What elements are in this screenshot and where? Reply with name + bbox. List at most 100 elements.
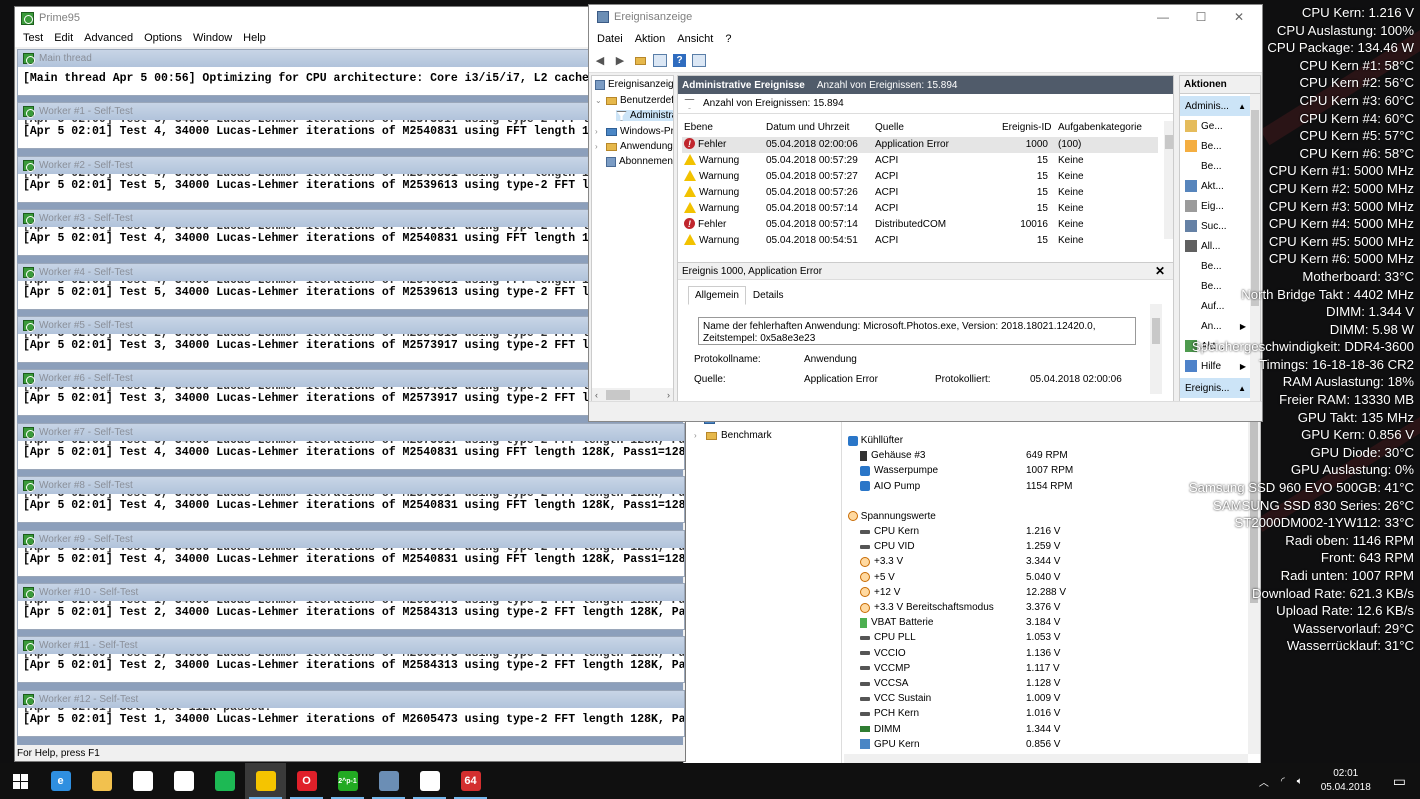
worker-window[interactable]: Worker #11 - Self-Test [Apr 5 02:00] Test… [17, 636, 685, 684]
eventviewer-main-pane[interactable]: Administrative Ereignisse Anzahl von Ere… [677, 75, 1174, 403]
menu-aktion[interactable]: Aktion [629, 33, 672, 45]
worker-window[interactable]: Worker #3 - Self-Test [Apr 5 02:00] Test … [17, 209, 685, 257]
worker-titlebar[interactable]: Worker #2 - Self-Test [18, 156, 684, 174]
worker-window[interactable]: Worker #2 - Self-Test [Apr 5 02:00] Test … [17, 155, 685, 203]
worker-titlebar[interactable]: Worker #8 - Self-Test [18, 477, 684, 495]
sensor-row[interactable]: PCH Kern 1.016 V [860, 706, 1260, 721]
tree-item-app-logs[interactable]: › Anwendungs- und Dienstprotokolle [595, 141, 673, 152]
worker-titlebar[interactable]: Worker #6 - Self-Test [18, 370, 684, 388]
show-hide-actions-icon[interactable] [692, 54, 706, 67]
table-row[interactable]: Warnung 05.04.2018 00:57:26 ACPI 15 Keine [682, 185, 1158, 201]
expand-chevron-icon[interactable]: › [694, 431, 702, 440]
volume-icon[interactable]: 🔈︎ [1291, 776, 1309, 787]
table-row[interactable]: Warnung 05.04.2018 00:57:29 ACPI 15 Keine [682, 153, 1158, 169]
event-description[interactable]: Name der fehlerhaften Anwendung: Microso… [698, 317, 1136, 345]
forward-arrow-icon[interactable]: ▶ [613, 54, 627, 68]
worker-window[interactable]: Main thread [Main thread Apr 5 00:56] Opt… [17, 49, 685, 96]
taskbar-app-button[interactable]: O [286, 763, 327, 799]
menu-datei[interactable]: Datei [591, 33, 629, 45]
taskbar-app-button[interactable]: 64 [450, 763, 491, 799]
worker-titlebar[interactable]: Worker #12 - Self-Test [18, 690, 684, 708]
taskbar-app-button[interactable] [81, 763, 122, 799]
column-header-quelle[interactable]: Quelle [875, 120, 904, 136]
tray-chevron-icon[interactable]: ︿ [1253, 774, 1275, 789]
worker-titlebar[interactable]: Worker #7 - Self-Test [18, 423, 684, 441]
worker-window[interactable]: Worker #8 - Self-Test [Apr 5 02:00] Test … [17, 476, 685, 524]
taskbar-app-button[interactable] [368, 763, 409, 799]
worker-titlebar[interactable]: Main thread [18, 50, 684, 67]
worker-window[interactable]: Worker #12 - Self-Test [Apr 5 02:01] Self… [17, 689, 685, 737]
column-header-ereignis-id[interactable]: Ereignis-ID [1002, 120, 1051, 136]
tree-item-root[interactable]: Ereignisanzeige (Lokal) [595, 79, 673, 90]
taskbar-app-button[interactable] [122, 763, 163, 799]
expand-chevron-icon[interactable]: › [595, 127, 603, 136]
notification-center-icon[interactable]: ▭ [1383, 773, 1420, 790]
menu-ansicht[interactable]: Ansicht [671, 33, 719, 45]
network-icon[interactable]: ◜ [1275, 776, 1291, 787]
folder-up-icon[interactable] [633, 54, 647, 68]
sensor-row[interactable]: DIMM 1.344 V [860, 722, 1260, 737]
worker-titlebar[interactable]: Worker #1 - Self-Test [18, 103, 684, 121]
eventviewer-tree[interactable]: Ereignisanzeige (Lokal) ⌄ Benutzerdefini… [591, 75, 674, 403]
taskbar-app-button[interactable]: e [40, 763, 81, 799]
worker-titlebar[interactable]: Worker #11 - Self-Test [18, 637, 684, 655]
worker-window[interactable]: Worker #5 - Self-Test [Apr 5 02:00] Test … [17, 316, 685, 363]
worker-titlebar[interactable]: Worker #9 - Self-Test [18, 530, 684, 548]
worker-window[interactable]: Worker #1 - Self-Test [Apr 5 02:00] Test … [17, 102, 685, 150]
sensor-row[interactable]: VCCSA 1.128 V [860, 676, 1260, 691]
worker-titlebar[interactable]: Worker #5 - Self-Test [18, 317, 684, 334]
sensor-row[interactable]: VCCMP 1.117 V [860, 661, 1260, 676]
taskbar-app-button[interactable] [163, 763, 204, 799]
worker-window[interactable]: Worker #10 - Self-Test [Apr 5 02:00] Test… [17, 583, 685, 630]
column-header-datum[interactable]: Datum und Uhrzeit [766, 120, 849, 136]
collapse-chevron-icon[interactable]: ⌄ [595, 96, 603, 105]
taskbar-app-button[interactable] [409, 763, 450, 799]
scrollbar-thumb[interactable] [606, 390, 630, 400]
worker-titlebar[interactable]: Worker #4 - Self-Test [18, 263, 684, 281]
tab-details[interactable]: Details [746, 286, 791, 305]
tree-item-windows-logs[interactable]: › Windows-Protokolle [595, 126, 673, 137]
back-arrow-icon[interactable]: ◀ [593, 54, 607, 68]
taskbar-app-button[interactable] [204, 763, 245, 799]
menu-advanced[interactable]: Advanced [80, 32, 140, 44]
table-row[interactable]: Warnung 05.04.2018 00:57:27 ACPI 15 Keine [682, 169, 1158, 185]
menu-window[interactable]: Window [189, 32, 239, 44]
hwinfo-tree[interactable]: Datenbank › Benchmark [684, 411, 842, 764]
worker-window[interactable]: Worker #4 - Self-Test [Apr 5 02:00] Test … [17, 262, 685, 310]
events-table[interactable]: Ebene Datum und Uhrzeit Quelle Ereignis-… [682, 120, 1162, 246]
tree-item-subscriptions[interactable]: Abonnements [606, 156, 673, 167]
table-row[interactable]: Warnung 05.04.2018 00:57:14 ACPI 15 Keine [682, 201, 1158, 217]
start-button[interactable] [0, 763, 40, 799]
horizontal-scrollbar[interactable]: ‹ › [592, 388, 673, 402]
scroll-left-icon[interactable]: ‹ [595, 390, 598, 400]
prime95-window[interactable]: Prime95 Test Edit Advanced Options Windo… [14, 6, 686, 762]
taskbar-app-button[interactable]: 2^p-1 [327, 763, 368, 799]
tree-item-custom-views[interactable]: ⌄ Benutzerdefinierte Ansichten [595, 95, 673, 106]
worker-window[interactable]: Worker #7 - Self-Test [Apr 5 02:00] Test … [17, 422, 685, 470]
table-row[interactable]: Fehler 05.04.2018 02:00:06 Application Err… [682, 136, 1158, 153]
table-row[interactable]: Warnung 05.04.2018 00:54:51 ACPI 15 Keine [682, 233, 1158, 249]
sensor-row[interactable]: VCC Sustain 1.009 V [860, 691, 1260, 706]
menu-test[interactable]: Test [19, 32, 50, 44]
tree-item-admin-events[interactable]: Administrative Ereignisse [616, 110, 673, 121]
tab-allgemein[interactable]: Allgemein [688, 286, 746, 305]
clock[interactable]: 02:01 05.04.2018 [1309, 767, 1383, 795]
menu-help[interactable]: Help [239, 32, 273, 44]
worker-titlebar[interactable]: Worker #10 - Self-Test [18, 584, 684, 601]
help-icon[interactable]: ? [673, 54, 686, 67]
expand-chevron-icon[interactable]: › [595, 142, 603, 151]
worker-window[interactable]: Worker #9 - Self-Test [Apr 5 02:00] Test … [17, 529, 685, 577]
tree-item-benchmark[interactable]: › Benchmark [694, 430, 772, 441]
menu-options[interactable]: Options [140, 32, 189, 44]
worker-titlebar[interactable]: Worker #3 - Self-Test [18, 210, 684, 228]
menu-edit[interactable]: Edit [50, 32, 80, 44]
prime95-titlebar[interactable]: Prime95 [15, 7, 685, 29]
scroll-right-icon[interactable]: › [667, 390, 670, 400]
worker-window[interactable]: Worker #6 - Self-Test [Apr 5 02:00] Test … [17, 369, 685, 417]
show-hide-tree-icon[interactable] [653, 54, 667, 67]
menu-help[interactable]: ? [719, 33, 737, 45]
column-header-ebene[interactable]: Ebene [684, 120, 713, 136]
taskbar-app-button[interactable] [245, 763, 286, 799]
table-row[interactable]: Fehler 05.04.2018 00:57:14 DistributedCOM 1… [682, 216, 1158, 233]
sensor-row[interactable]: GPU Kern 0.856 V [860, 737, 1260, 752]
